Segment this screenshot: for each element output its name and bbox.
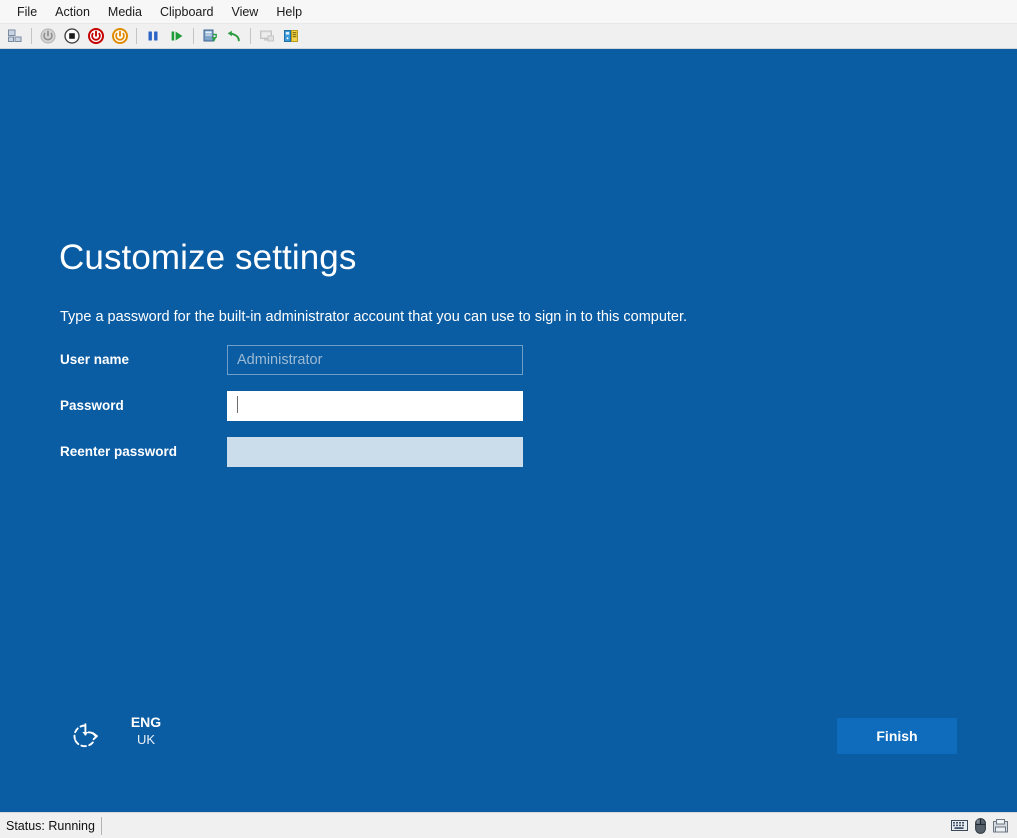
status-text: Status: Running [6, 818, 95, 833]
status-bar: Status: Running [0, 812, 1017, 838]
oobe-bottom-bar: ENG UK Finish [0, 713, 1017, 766]
menu-bar: File Action Media Clipboard View Help [0, 0, 1017, 24]
menu-clipboard[interactable]: Clipboard [151, 2, 223, 22]
menu-media[interactable]: Media [99, 2, 151, 22]
form-row-password: Password [60, 391, 530, 437]
language-region: UK [136, 732, 156, 747]
text-caret [237, 396, 238, 413]
page-title: Customize settings [59, 238, 357, 277]
snapshot-icon[interactable] [199, 26, 221, 47]
form-row-reenter-password: Reenter password [60, 437, 530, 483]
language-code: ENG [130, 714, 162, 730]
toolbar-separator [250, 28, 251, 44]
form-row-user-name: User name Administrator [60, 345, 530, 391]
pause-icon[interactable] [142, 26, 164, 47]
menu-view[interactable]: View [222, 2, 267, 22]
reenter-password-input[interactable] [227, 437, 523, 467]
user-name-input[interactable]: Administrator [227, 345, 523, 375]
vm-screen[interactable]: Customize settings Type a password for t… [0, 49, 1017, 812]
mouse-icon [975, 817, 986, 834]
menu-action[interactable]: Action [46, 2, 99, 22]
toolbar-separator [193, 28, 194, 44]
basic-session-icon [256, 26, 278, 47]
revert-icon[interactable] [223, 26, 245, 47]
keyboard-icon [951, 819, 968, 832]
customize-settings-form: User name Administrator Password Reenter… [60, 345, 530, 483]
menu-file[interactable]: File [8, 2, 46, 22]
checkpoint-icon[interactable] [4, 26, 26, 47]
power-orange-icon[interactable] [109, 26, 131, 47]
page-subtitle: Type a password for the built-in adminis… [60, 309, 688, 325]
password-label: Password [60, 398, 124, 413]
status-separator [100, 816, 102, 835]
vmconnect-window: File Action Media Clipboard View Help Cu… [0, 0, 1017, 838]
power-off-disabled-icon [37, 26, 59, 47]
toolbar-separator [31, 28, 32, 44]
enhanced-session-icon[interactable] [280, 26, 302, 47]
disk-icon [993, 818, 1008, 833]
language-indicator[interactable]: ENG UK [124, 713, 168, 749]
status-bar-icons [951, 813, 1008, 838]
power-red-icon[interactable] [85, 26, 107, 47]
shut-down-icon[interactable] [61, 26, 83, 47]
reenter-password-label: Reenter password [60, 444, 178, 459]
finish-button[interactable]: Finish [837, 718, 957, 754]
ease-of-access-icon[interactable] [66, 716, 106, 756]
user-name-label: User name [60, 352, 130, 367]
resume-icon[interactable] [166, 26, 188, 47]
toolbar [0, 24, 1017, 49]
password-input[interactable] [227, 391, 523, 421]
menu-help[interactable]: Help [267, 2, 311, 22]
toolbar-separator [136, 28, 137, 44]
